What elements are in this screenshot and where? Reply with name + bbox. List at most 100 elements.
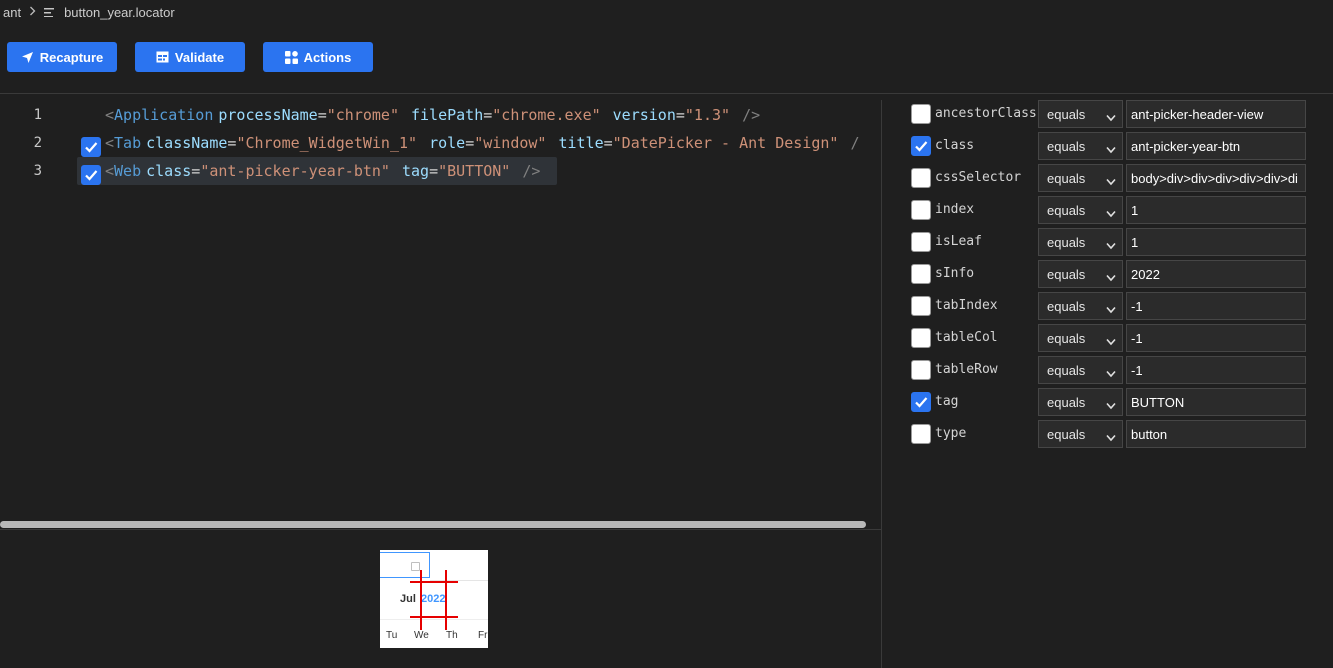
editor-line[interactable]: 2 < Tab className = "Chrome_WidgetWin_1" role… [0,130,881,157]
operator-select[interactable]: equals [1038,324,1123,352]
line-number: 1 [33,107,42,123]
line-checkbox[interactable] [81,137,101,157]
operator-select[interactable]: equals [1038,196,1123,224]
property-checkbox[interactable] [911,392,931,412]
property-value-input[interactable]: -1 [1126,324,1306,352]
check-icon [915,397,928,408]
element-preview-image: Jul 2022 Tu We Th Fr [380,550,488,648]
recapture-button[interactable]: Recapture [7,42,117,72]
property-checkbox[interactable] [911,136,931,156]
attr-value: "ant-picker-year-btn" [200,162,390,180]
operator-select[interactable]: equals [1038,164,1123,192]
property-checkbox[interactable] [911,296,931,316]
breadcrumb-root[interactable]: ant [3,5,21,20]
code-text: < Web class = "ant-picker-year-btn" tag = "BUTT… [105,162,541,180]
property-checkbox[interactable] [911,232,931,252]
property-checkbox-wrap [911,168,931,191]
operator-value: equals [1047,106,1086,122]
element-name: Web [114,162,142,180]
preview-header-divider [380,619,488,620]
attr-name: class [146,162,192,180]
property-checkbox-wrap [911,424,931,447]
property-value-input[interactable]: 1 [1126,228,1306,256]
property-value-input[interactable]: 1 [1126,196,1306,224]
operator-value: equals [1047,426,1086,442]
editor-preview-divider [0,529,881,530]
property-value-input[interactable]: ant-picker-year-btn [1126,132,1306,160]
line-number: 2 [33,135,42,151]
property-checkbox[interactable] [911,328,931,348]
property-checkbox-wrap [911,200,931,223]
operator-value: equals [1047,202,1086,218]
attr-name: className [146,134,228,152]
element-name: Application [114,106,214,124]
chevron-down-icon [1106,142,1116,157]
attr-value: "Chrome_WidgetWin_1" [236,134,418,152]
attr-name: title [558,134,604,152]
chevron-down-icon [1106,334,1116,349]
property-checkbox[interactable] [911,264,931,284]
tag-open: < [105,162,115,180]
actions-button[interactable]: Actions [263,42,373,72]
chevron-down-icon [1106,174,1116,189]
property-row: tableRow equals -1 [903,356,1313,384]
validate-button[interactable]: Validate [135,42,245,72]
locator-editor[interactable]: 1 < Application processName = "chrome" filePa… [0,100,881,525]
code-text: < Tab className = "Chrome_WidgetWin_1" role = "… [105,134,860,152]
attr-value: "BUTTON" [438,162,511,180]
operator-select[interactable]: equals [1038,356,1123,384]
operator-select[interactable]: equals [1038,100,1123,128]
operator-select[interactable]: equals [1038,292,1123,320]
breadcrumb-file[interactable]: button_year.locator [64,5,175,20]
property-checkbox[interactable] [911,360,931,380]
editor-line[interactable]: 1 < Application processName = "chrome" filePa… [0,102,881,128]
attr-name: role [429,134,466,152]
property-value-input[interactable]: 2022 [1126,260,1306,288]
property-checkbox[interactable] [911,424,931,444]
line-number: 3 [33,163,42,179]
target-marker [410,616,458,618]
property-checkbox-wrap [911,360,931,383]
preview-weekday: Fr [478,630,488,641]
property-checkbox-wrap [911,104,931,127]
property-name: sInfo [935,266,975,281]
calendar-icon [411,562,420,571]
table-icon [156,51,169,63]
property-checkbox[interactable] [911,200,931,220]
property-checkbox[interactable] [911,168,931,188]
property-value-input[interactable]: -1 [1126,356,1306,384]
property-value-input[interactable]: BUTTON [1126,388,1306,416]
chevron-down-icon [1106,302,1116,317]
tag-open: < [105,106,115,124]
property-value-input[interactable]: ant-picker-header-view [1126,100,1306,128]
property-value-input[interactable]: -1 [1126,292,1306,320]
property-checkbox-wrap [911,328,931,351]
panel-divider[interactable] [881,100,882,668]
send-icon [21,51,34,64]
attr-value: "1.3" [684,106,731,124]
editor-line[interactable]: 3 < Web class = "ant-picker-year-btn" tag = "BU… [0,158,881,185]
property-checkbox[interactable] [911,104,931,124]
horizontal-scrollbar[interactable] [0,521,866,528]
property-row: ancestorClass equals ant-picker-header-v… [903,100,1313,128]
tag-close: / [850,134,860,152]
operator-select[interactable]: equals [1038,388,1123,416]
chevron-down-icon [1106,238,1116,253]
breadcrumb: ant button_year.locator [0,0,175,24]
property-value-input[interactable]: body>div>div>div>div>div>di [1126,164,1306,192]
property-name: ancestorClass [935,106,1037,121]
attr-value: "chrome" [326,106,399,124]
operator-select[interactable]: equals [1038,260,1123,288]
line-checkbox[interactable] [81,165,101,185]
target-marker [445,570,447,630]
attr-name: tag [401,162,430,180]
chevron-down-icon [1106,430,1116,445]
actions-label: Actions [303,49,352,65]
attr-value: "DatePicker - Ant Design" [612,134,839,152]
operator-select[interactable]: equals [1038,228,1123,256]
operator-select[interactable]: equals [1038,420,1123,448]
property-value-input[interactable]: button [1126,420,1306,448]
attr-name: version [612,106,676,124]
attr-value: "chrome.exe" [492,106,601,124]
operator-select[interactable]: equals [1038,132,1123,160]
